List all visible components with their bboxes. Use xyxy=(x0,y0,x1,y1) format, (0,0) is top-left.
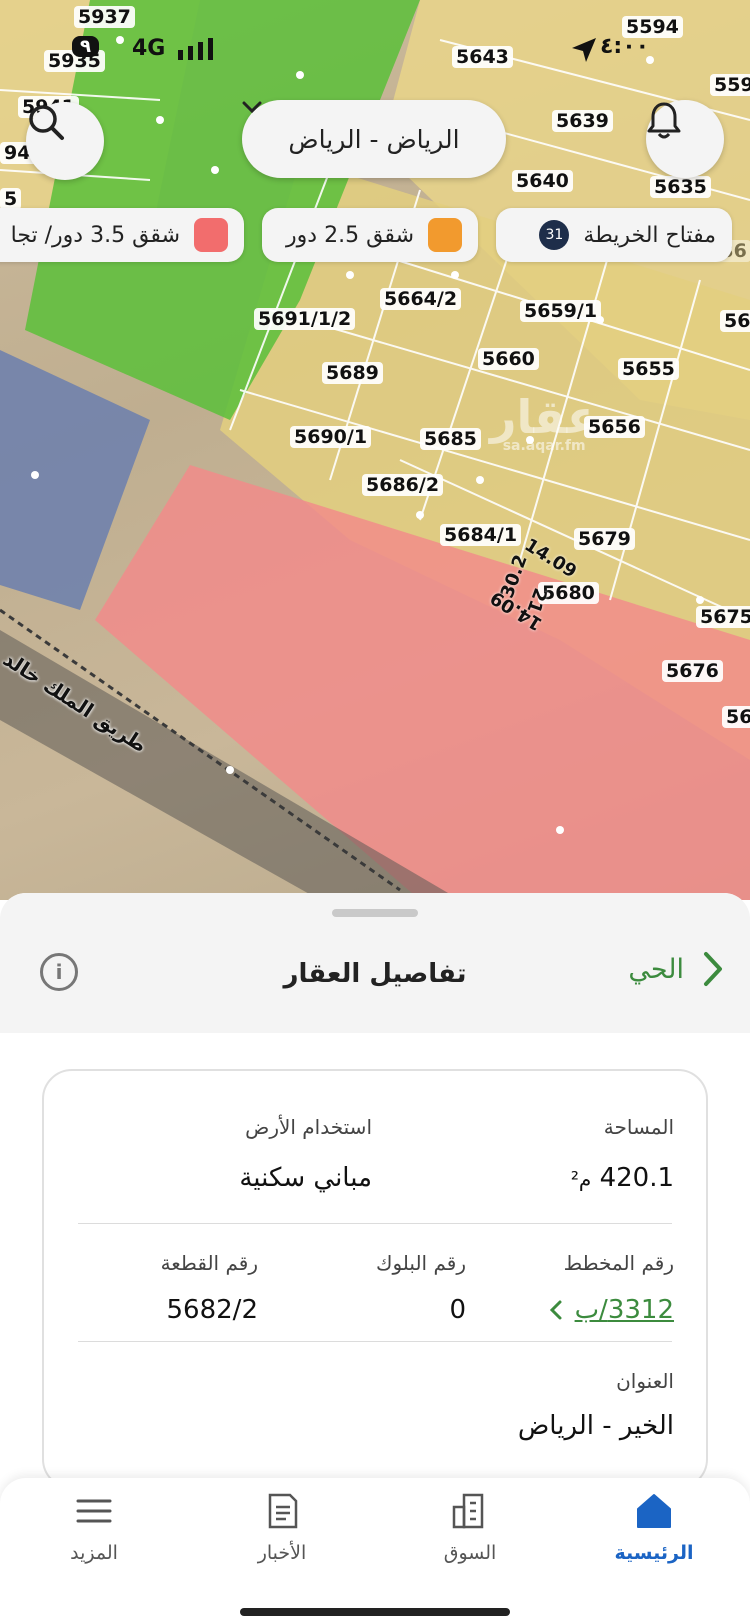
legend-swatch xyxy=(428,218,462,252)
plot-label[interactable]: 5 xyxy=(0,188,22,210)
plot-label[interactable]: 56 xyxy=(720,310,750,332)
tab-label: السوق xyxy=(443,1542,497,1564)
parcel-value: 5682/2 xyxy=(166,1295,258,1325)
plot-label[interactable]: 5685 xyxy=(420,428,481,450)
notifications-button[interactable] xyxy=(646,100,724,178)
divider xyxy=(78,1223,672,1224)
search-icon xyxy=(29,105,64,140)
tab-home[interactable]: الرئيسية xyxy=(584,1488,724,1588)
plan-link[interactable]: 3312/ب xyxy=(549,1295,674,1325)
home-indicator xyxy=(240,1608,510,1616)
tab-label: الرئيسية xyxy=(614,1542,694,1564)
land-use-value: مباني سكنية xyxy=(239,1163,372,1193)
tab-label: المزيد xyxy=(70,1542,118,1564)
tab-label: الأخبار xyxy=(257,1542,307,1564)
area-value: 420.1 م² xyxy=(570,1163,674,1193)
address-value: الخير - الرياض xyxy=(517,1411,674,1441)
legend-chip-label: شقق 2.5 دور xyxy=(286,222,414,248)
map-key-chip[interactable]: مفتاح الخريطة 31 xyxy=(496,208,732,262)
plot-label[interactable]: 5679 xyxy=(574,528,635,550)
plot-label[interactable]: 5659/1 xyxy=(520,300,602,322)
bottom-tab-bar: الرئيسية السوق الأخبار المزيد xyxy=(0,1478,750,1624)
plot-label[interactable]: 56 xyxy=(722,706,750,728)
watermark: عقار sa.aqar.fm xyxy=(490,390,599,454)
plot-label[interactable]: 5656 xyxy=(584,416,645,438)
plot-label[interactable]: 5937 xyxy=(74,6,135,28)
status-time: ٤:٠٠ xyxy=(600,34,650,59)
sheet-title: تفاصيل العقار xyxy=(283,959,467,989)
plot-label[interactable]: 5664/2 xyxy=(380,288,462,310)
plot-label[interactable]: 5635 xyxy=(650,176,711,198)
legend-chip-apartments-3-5[interactable]: شقق 3.5 دور/ تجا xyxy=(0,208,244,262)
plot-label[interactable]: 5684/1 xyxy=(440,524,522,546)
search-button[interactable] xyxy=(26,102,104,180)
bell-icon xyxy=(647,102,681,139)
legend-swatch xyxy=(194,218,228,252)
city-selector-label: الرياض - الرياض xyxy=(288,124,460,154)
plot-label[interactable]: 559 xyxy=(710,74,750,96)
sheet-grabber[interactable] xyxy=(332,909,418,917)
area-label: المساحة xyxy=(603,1115,674,1139)
plot-label[interactable]: 5660 xyxy=(478,348,539,370)
land-use-label: استخدام الأرض xyxy=(245,1115,372,1139)
menu-icon xyxy=(71,1488,117,1534)
building-icon xyxy=(447,1488,493,1534)
plot-label[interactable]: 5675 xyxy=(696,606,750,628)
map-view[interactable]: عقار sa.aqar.fm 5937 5935 5941 943 5 559… xyxy=(0,0,750,900)
legend-chip-apartments-2-5[interactable]: شقق 2.5 دور xyxy=(262,208,478,262)
map-key-label: مفتاح الخريطة xyxy=(583,222,716,248)
block-label: رقم البلوك xyxy=(375,1251,466,1275)
chevron-left-icon xyxy=(549,1300,562,1320)
plot-label[interactable]: 5691/1/2 xyxy=(254,308,356,330)
tab-market[interactable]: السوق xyxy=(400,1488,540,1588)
plot-label[interactable]: 5639 xyxy=(552,110,613,132)
status-carrier: ٩ xyxy=(72,36,99,57)
property-card: المساحة 420.1 م² استخدام الأرض مباني سكن… xyxy=(42,1069,708,1489)
parcel-label: رقم القطعة xyxy=(160,1251,258,1275)
plot-label[interactable]: 5689 xyxy=(322,362,383,384)
divider xyxy=(78,1341,672,1342)
plot-label[interactable]: 5676 xyxy=(662,660,723,682)
plot-label[interactable]: 5640 xyxy=(512,170,573,192)
tab-more[interactable]: المزيد xyxy=(24,1488,164,1588)
block-value: 0 xyxy=(449,1295,466,1325)
address-label: العنوان xyxy=(616,1369,674,1393)
info-icon[interactable]: i xyxy=(40,953,78,991)
legend-chip-label: شقق 3.5 دور/ تجا xyxy=(10,222,180,248)
city-selector[interactable]: الرياض - الرياض xyxy=(242,100,506,178)
plot-label[interactable]: 5655 xyxy=(618,358,679,380)
plot-label[interactable]: 5690/1 xyxy=(290,426,372,448)
plot-label[interactable]: 5686/2 xyxy=(362,474,444,496)
plan-label: رقم المخطط xyxy=(563,1251,674,1275)
chevron-down-icon xyxy=(242,101,262,114)
plot-label[interactable]: 5643 xyxy=(452,46,513,68)
tab-news[interactable]: الأخبار xyxy=(212,1488,352,1588)
map-key-count: 31 xyxy=(539,220,570,250)
news-icon xyxy=(259,1488,305,1534)
sheet-header: الحي تفاصيل العقار i xyxy=(0,893,750,1033)
network-indicator: 4G xyxy=(132,36,166,61)
home-icon xyxy=(631,1488,677,1534)
